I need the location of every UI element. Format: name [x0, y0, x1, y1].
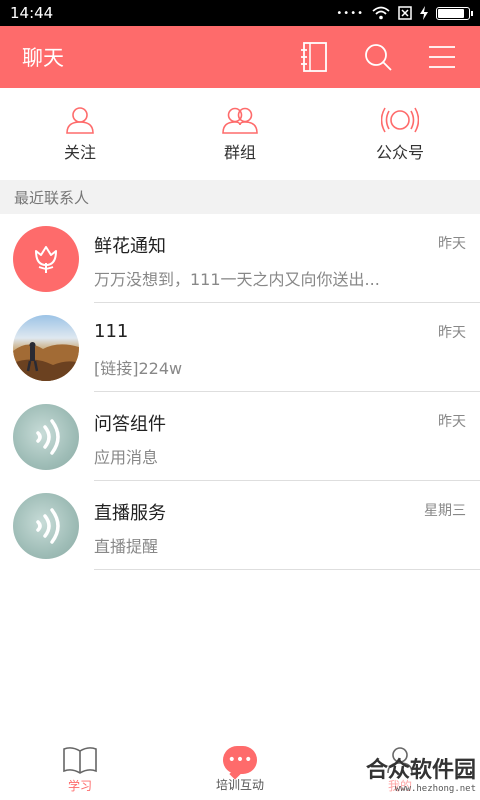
book-icon — [63, 746, 97, 774]
avatar-photo — [13, 314, 79, 381]
watermark-text: 合众软件园 — [365, 758, 476, 783]
battery-icon — [436, 6, 473, 20]
conversation-preview: 应用消息 — [94, 448, 159, 467]
watermark-url: www.hezhong.net — [394, 784, 476, 794]
nav-training[interactable]: ••• 培训互动 — [160, 738, 320, 800]
conversation-time: 昨天 — [438, 236, 466, 252]
conversation-time: 星期三 — [424, 503, 466, 519]
signal-dots-icon: •••• — [336, 7, 364, 19]
person-icon — [66, 107, 94, 134]
tab-follow[interactable]: 关注 — [0, 88, 160, 180]
conversation-name: 问答组件 — [94, 414, 166, 435]
tab-groups[interactable]: 群组 — [160, 88, 320, 180]
page-title: 聊天 — [22, 46, 64, 70]
chat-bubble-icon: ••• — [223, 745, 257, 774]
contact-tabs: 关注 群组 公众号 — [0, 88, 480, 180]
group-icon — [222, 107, 258, 134]
conversation-name: 111 — [94, 321, 129, 342]
conversation-list: 鲜花通知 万万没想到，111一天之内又向你送出... 昨天 111 [链接]22… — [0, 214, 480, 570]
sim-off-icon — [398, 6, 412, 20]
conversation-name: 鲜花通知 — [94, 236, 166, 257]
search-icon[interactable] — [362, 41, 394, 73]
tab-official-accounts[interactable]: 公众号 — [320, 88, 480, 180]
wifi-icon — [372, 6, 390, 20]
status-time: 14:44 — [10, 4, 54, 22]
app-header: 聊天 — [0, 26, 480, 88]
conversation-time: 昨天 — [438, 414, 466, 430]
conversation-item[interactable]: 111 [链接]224w 昨天 — [0, 303, 480, 392]
conversation-preview: 直播提醒 — [94, 537, 159, 556]
recent-contacts-header: 最近联系人 — [0, 180, 480, 214]
nav-study-label: 学习 — [67, 778, 92, 793]
conversation-time: 昨天 — [438, 325, 466, 341]
radio-wave-icon — [13, 492, 79, 559]
conversation-item[interactable]: 鲜花通知 万万没想到，111一天之内又向你送出... 昨天 — [0, 214, 480, 303]
flower-icon — [13, 225, 79, 292]
watermark: 合众软件园 www.hezhong.net — [336, 752, 476, 794]
radio-wave-icon — [13, 403, 79, 470]
tab-groups-label: 群组 — [223, 143, 256, 162]
conversation-preview: [链接]224w — [94, 359, 183, 378]
conversation-name: 直播服务 — [94, 503, 166, 524]
nav-training-label: 培训互动 — [215, 777, 264, 792]
conversation-item[interactable]: 问答组件 应用消息 昨天 — [0, 392, 480, 481]
tab-follow-label: 关注 — [63, 143, 96, 162]
status-icons: •••• — [336, 6, 473, 20]
menu-icon[interactable] — [426, 41, 458, 73]
conversation-preview: 万万没想到，111一天之内又向你送出... — [94, 270, 380, 289]
broadcast-icon — [381, 107, 419, 133]
nav-study[interactable]: 学习 — [0, 738, 160, 800]
tab-official-accounts-label: 公众号 — [375, 143, 424, 162]
contacts-book-icon[interactable] — [298, 41, 330, 73]
conversation-item[interactable]: 直播服务 直播提醒 星期三 — [0, 481, 480, 570]
status-bar: 14:44 •••• — [0, 0, 480, 26]
charging-icon — [420, 6, 428, 20]
